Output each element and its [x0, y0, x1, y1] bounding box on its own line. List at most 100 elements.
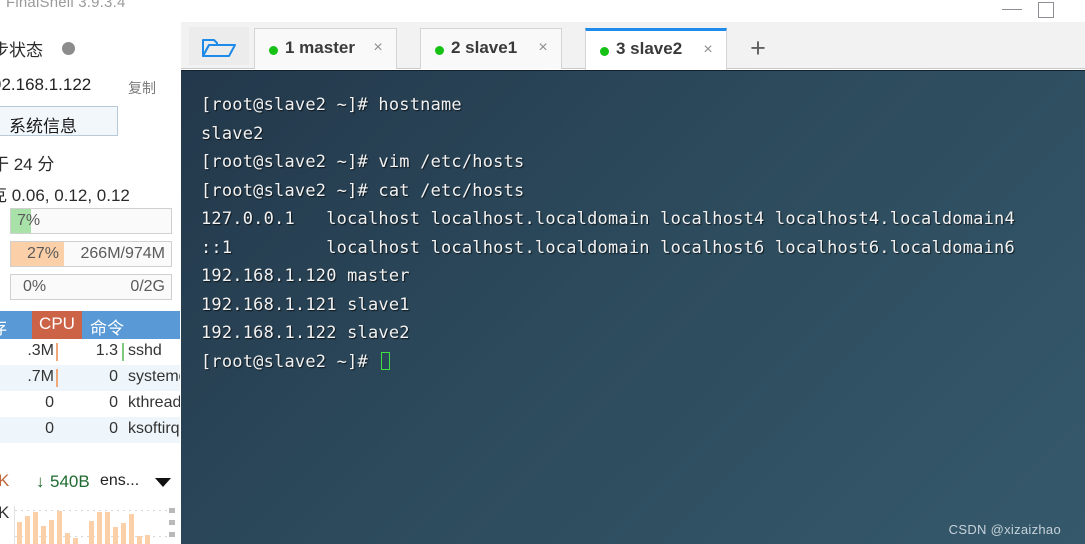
table-row[interactable]: .7M 0 systemd	[0, 365, 180, 391]
terminal-line: [root@slave2 ~]# hostname	[201, 95, 462, 115]
cell-command: systemd	[128, 368, 180, 385]
table-row[interactable]: 0 0 ksoftirqd	[0, 417, 180, 443]
close-icon[interactable]: ×	[370, 40, 386, 56]
copy-ip-button[interactable]: 复制	[128, 78, 156, 98]
cpu-tick-icon	[122, 343, 124, 361]
process-table: 存 CPU 命令 .3M 1.3 sshd .7M 0 systemd 0 0	[0, 311, 180, 443]
terminal-line: 192.168.1.122 slave2	[201, 323, 410, 343]
memory-tick-icon	[56, 343, 58, 361]
chart-bar	[113, 527, 118, 544]
table-row[interactable]: 0 0 kthreadd	[0, 391, 180, 417]
terminal-output: [root@slave2 ~]# hostname slave2 [root@sla…	[201, 91, 1085, 376]
chart-bar	[89, 521, 94, 544]
table-row[interactable]: .3M 1.3 sshd	[0, 339, 180, 365]
prompt-text: [root@slave2 ~]#	[201, 351, 379, 372]
terminal-line: [root@slave2 ~]# cat /etc/hosts	[201, 180, 525, 201]
tab-slave2[interactable]: 3 slave2 ×	[585, 28, 727, 70]
swap-meter: 0% 0/2G	[10, 274, 172, 300]
connection-status-dot	[435, 46, 444, 55]
process-table-header: 存 CPU 命令	[0, 311, 180, 339]
chart-bar	[145, 535, 150, 544]
tab-label: 1 master	[285, 38, 355, 57]
memory-meter-percent: 27%	[27, 245, 60, 262]
server-ip-address: 92.168.1.122	[0, 75, 92, 94]
minimize-icon	[1002, 9, 1022, 10]
chart-bar	[137, 536, 142, 544]
minimize-button[interactable]	[998, 0, 1028, 22]
swap-meter-detail: 0/2G	[130, 278, 165, 295]
tab-bar: 1 master × 2 slave1 × 3 slave2 × +	[181, 22, 1085, 70]
memory-tick-icon	[56, 369, 58, 387]
cpu-meter-percent: 7%	[17, 212, 41, 229]
cell-memory: 0	[45, 420, 54, 437]
chart-bar	[57, 511, 62, 544]
chart-bar	[41, 526, 46, 544]
terminal-line: [root@slave2 ~]# vim /etc/hosts	[201, 152, 525, 172]
tab-label: 3 slave2	[616, 39, 683, 58]
terminal-prompt-line: [root@slave2 ~]#	[201, 348, 1085, 377]
header-command[interactable]: 命令	[90, 314, 124, 339]
load-average-value: 克 0.06, 0.12, 0.12	[0, 186, 130, 205]
sync-status-label: 步状态	[0, 41, 43, 60]
cell-memory: .7M	[27, 368, 54, 385]
chart-bars	[17, 506, 150, 544]
chevron-down-icon[interactable]	[155, 478, 171, 487]
terminal-line: 127.0.0.1 localhost localhost.localdomai…	[201, 209, 1015, 229]
sync-status-dot	[62, 42, 75, 55]
chart-bar	[65, 533, 70, 544]
file-manager-button[interactable]	[189, 27, 249, 65]
cell-memory: 0	[45, 394, 54, 411]
chart-bar	[105, 512, 110, 544]
chart-bar	[73, 538, 78, 544]
cell-command: sshd	[128, 342, 162, 359]
download-rate-value: 540B	[50, 472, 90, 491]
folder-open-icon	[201, 36, 237, 65]
download-arrow-icon: ↓	[36, 472, 45, 491]
system-info-button[interactable]: 系统信息	[0, 106, 118, 136]
terminal-line: 192.168.1.121 slave1	[201, 294, 410, 315]
chart-bar	[17, 522, 22, 544]
network-interface-label[interactable]: ens...	[100, 472, 139, 490]
system-info-label: 系统信息	[9, 117, 77, 136]
close-icon[interactable]: ×	[535, 40, 551, 56]
new-tab-button[interactable]: +	[741, 34, 775, 64]
tab-slave1[interactable]: 2 slave1 ×	[420, 28, 562, 69]
memory-meter: 27% 266M/974M	[10, 241, 172, 267]
title-bar: FinalShell 3.9.3.4	[0, 0, 1085, 22]
terminal-cursor	[381, 351, 391, 370]
finalshell-window: FinalShell 3.9.3.4 步状态 92.168.1.122 复制 系…	[0, 0, 1085, 544]
uptime-value: 干 24 分	[0, 155, 55, 174]
cell-cpu: 0	[109, 368, 118, 385]
network-unit-label-2: K	[0, 503, 10, 522]
chart-bar	[129, 514, 134, 544]
memory-meter-detail: 266M/974M	[80, 245, 166, 262]
header-memory[interactable]: 存	[0, 314, 7, 339]
maximize-button[interactable]	[1032, 0, 1062, 22]
terminal-line: slave2	[201, 123, 264, 144]
chart-bar	[33, 512, 38, 544]
close-icon[interactable]: ×	[700, 42, 716, 58]
tab-label: 2 slave1	[451, 38, 518, 57]
cpu-meter: 7%	[10, 208, 172, 234]
cell-cpu: 1.3	[95, 342, 118, 359]
window-title: FinalShell 3.9.3.4	[6, 0, 126, 11]
chart-bar	[121, 523, 126, 544]
cell-command: ksoftirqd	[128, 420, 180, 437]
cell-command: kthreadd	[128, 394, 180, 411]
terminal-line: ::1 localhost localhost.localdomain loca…	[201, 237, 1015, 258]
network-unit-label: K	[0, 471, 10, 490]
sidebar-scrollbar[interactable]	[168, 506, 176, 544]
chart-bar	[25, 516, 30, 544]
cell-memory: .3M	[27, 342, 54, 359]
terminal-pane[interactable]: [root@slave2 ~]# hostname slave2 [root@sla…	[181, 70, 1085, 544]
chart-bar	[97, 512, 102, 544]
cell-cpu: 0	[109, 420, 118, 437]
header-cpu[interactable]: CPU	[32, 311, 82, 339]
network-traffic-chart	[14, 506, 167, 544]
server-info-sidebar: 步状态 92.168.1.122 复制 系统信息 干 24 分 克 0.06, …	[0, 22, 180, 544]
maximize-icon	[1038, 2, 1054, 18]
chart-bar	[49, 520, 54, 544]
connection-status-dot	[600, 47, 609, 56]
terminal-line: 192.168.1.120 master	[201, 266, 410, 286]
tab-master[interactable]: 1 master ×	[254, 28, 397, 69]
